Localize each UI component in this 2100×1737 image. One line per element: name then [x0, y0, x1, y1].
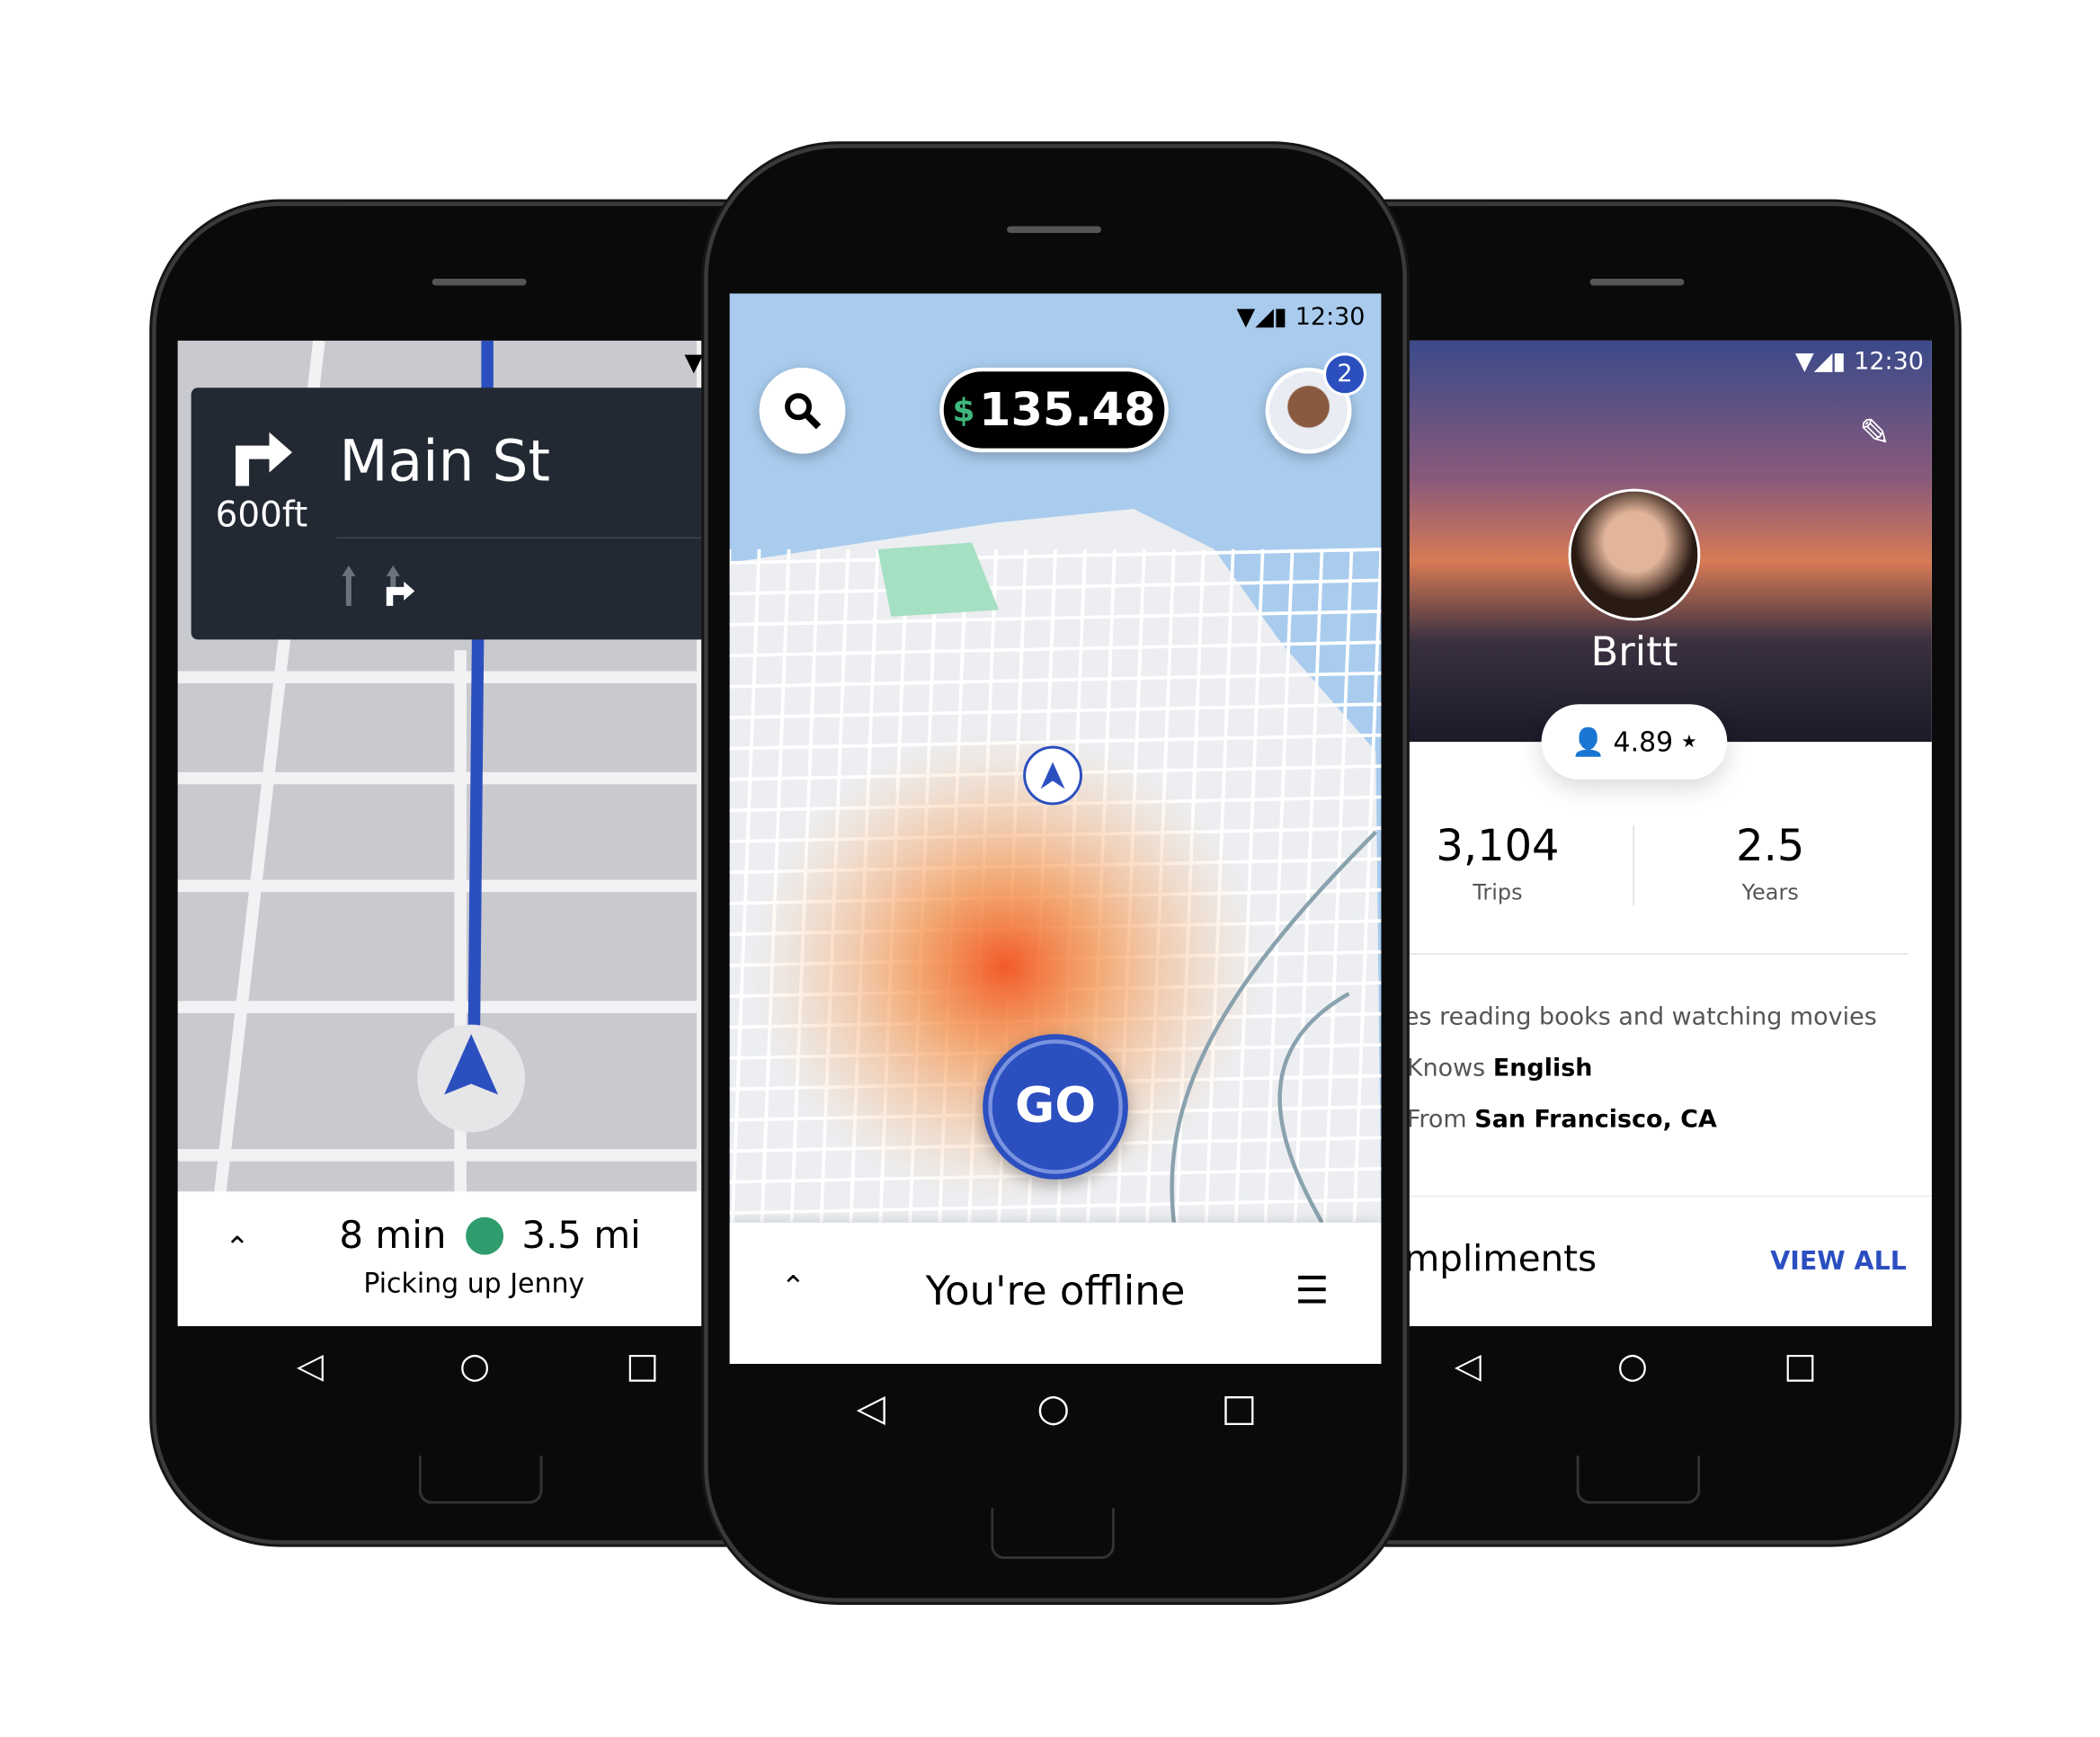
- expand-chevron-icon[interactable]: ⌃: [225, 1232, 250, 1265]
- trip-distance: 3.5 mi: [521, 1213, 641, 1258]
- search-icon: [785, 393, 822, 430]
- view-all-link[interactable]: VIEW ALL: [1770, 1247, 1907, 1277]
- recents-icon[interactable]: □: [1222, 1385, 1258, 1429]
- turn-distance: 600ft: [215, 495, 308, 537]
- right-nav-bar: ◁ ○ □: [1386, 1340, 1884, 1394]
- turn-right-arrow-icon: [236, 432, 292, 486]
- navigation-screen: ▼◢▮ Main St 600ft ⌃ 8 min 3.5 mi Picking…: [177, 340, 743, 1327]
- trips-label: Trips: [1473, 878, 1523, 905]
- home-map-screen: ▼◢▮ 12:30 $135.48 2 GO ⌃ You're offline …: [729, 293, 1382, 1364]
- divider: [336, 537, 743, 539]
- home-button: [418, 1455, 543, 1504]
- center-nav-bar: ◁ ○ □: [781, 1380, 1333, 1434]
- status-panel[interactable]: ⌃ You're offline ☰: [729, 1222, 1382, 1364]
- rider-icon: [465, 1216, 503, 1254]
- home-icon[interactable]: ○: [1037, 1385, 1071, 1429]
- go-button[interactable]: GO: [983, 1034, 1128, 1180]
- rating-value: 4.89: [1613, 726, 1674, 759]
- back-icon[interactable]: ◁: [857, 1385, 885, 1429]
- eta: 8 min: [339, 1213, 447, 1258]
- profile-screen: ▼◢▮ 12:30 ✎ Britt 👤 4.89 ★ 3,104 Trips 2…: [1406, 340, 1932, 1327]
- compliments-title: mpliments: [1406, 1238, 1597, 1281]
- clock: 12:30: [1295, 302, 1366, 332]
- star-icon: ★: [1681, 731, 1697, 753]
- rating-pill: 👤 4.89 ★: [1541, 704, 1728, 780]
- currency-symbol: $: [952, 391, 975, 429]
- back-icon[interactable]: ◁: [297, 1347, 324, 1387]
- avatar: [1568, 488, 1701, 621]
- turn-banner: Main St 600ft: [191, 387, 743, 640]
- recents-icon[interactable]: □: [1784, 1347, 1817, 1387]
- trips-value: 3,104: [1436, 819, 1560, 871]
- hometown: From San Francisco, CA: [1406, 1105, 1717, 1134]
- left-nav-bar: ◁ ○ □: [229, 1340, 727, 1394]
- earnings-amount: 135.48: [979, 383, 1156, 437]
- home-button: [1576, 1455, 1701, 1504]
- offline-status: You're offline: [925, 1268, 1186, 1316]
- speaker: [432, 278, 527, 286]
- home-button: [991, 1508, 1115, 1560]
- trip-panel[interactable]: ⌃ 8 min 3.5 mi Picking up Jenny: [177, 1191, 743, 1327]
- divider: [1406, 1195, 1932, 1198]
- bio-text: es reading books and watching movies: [1406, 1002, 1877, 1032]
- status-bar: ▼◢▮ 12:30: [1236, 302, 1366, 332]
- verified-user-icon: 👤: [1571, 726, 1606, 759]
- years-label: Years: [1741, 878, 1799, 905]
- edit-pencil-icon[interactable]: ✎: [1859, 411, 1891, 455]
- divider: [1406, 953, 1908, 955]
- languages: Knows English: [1406, 1054, 1593, 1082]
- lane-guidance-icon: [342, 565, 415, 606]
- recents-icon[interactable]: □: [626, 1347, 659, 1387]
- earnings-pill[interactable]: $135.48: [939, 367, 1169, 453]
- status-bar: ▼◢▮ 12:30: [1794, 347, 1924, 376]
- notification-badge: 2: [1323, 352, 1366, 396]
- search-button[interactable]: [759, 367, 846, 454]
- list-menu-icon[interactable]: ☰: [1295, 1269, 1330, 1313]
- back-icon[interactable]: ◁: [1455, 1347, 1482, 1387]
- trip-status: Picking up Jenny: [363, 1267, 585, 1300]
- driver-name: Britt: [1590, 628, 1678, 676]
- current-location-icon: [1023, 745, 1082, 806]
- home-icon[interactable]: ○: [1617, 1347, 1648, 1387]
- years-value: 2.5: [1736, 819, 1805, 871]
- street-name: Main St: [339, 428, 551, 494]
- speaker: [1589, 278, 1685, 286]
- home-icon[interactable]: ○: [459, 1347, 490, 1387]
- speaker: [1007, 226, 1101, 234]
